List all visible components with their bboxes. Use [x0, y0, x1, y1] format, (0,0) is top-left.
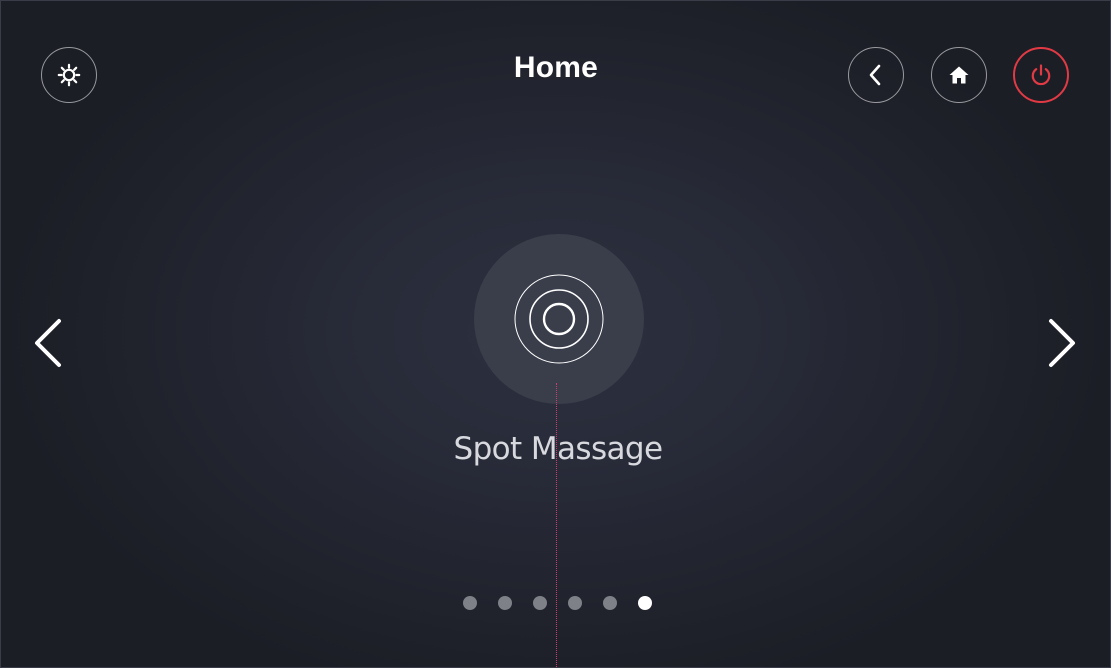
- home-screen: Home Spot Massage: [0, 0, 1111, 668]
- page-dot-5[interactable]: [603, 596, 617, 610]
- home-icon: [948, 64, 970, 86]
- page-dot-1[interactable]: [463, 596, 477, 610]
- center-guide-line: [556, 383, 557, 667]
- page-title: Home: [513, 51, 599, 84]
- page-dot-2[interactable]: [498, 596, 512, 610]
- next-mode-button[interactable]: [1041, 311, 1081, 375]
- settings-button[interactable]: [41, 47, 97, 103]
- home-button[interactable]: [931, 47, 987, 103]
- power-button[interactable]: [1013, 47, 1069, 103]
- page-indicator: [463, 595, 673, 611]
- chevron-right-icon: [1041, 319, 1081, 379]
- chevron-left-icon: [866, 63, 886, 87]
- back-button[interactable]: [848, 47, 904, 103]
- spot-massage-mode-button[interactable]: [474, 234, 644, 404]
- previous-mode-button[interactable]: [29, 311, 69, 375]
- page-dot-4[interactable]: [568, 596, 582, 610]
- gear-icon: [57, 63, 81, 87]
- chevron-left-icon: [29, 319, 69, 379]
- page-dot-3[interactable]: [533, 596, 547, 610]
- page-dot-6-active[interactable]: [638, 596, 652, 610]
- power-icon: [1028, 62, 1054, 88]
- mode-label: Spot Massage: [453, 431, 664, 467]
